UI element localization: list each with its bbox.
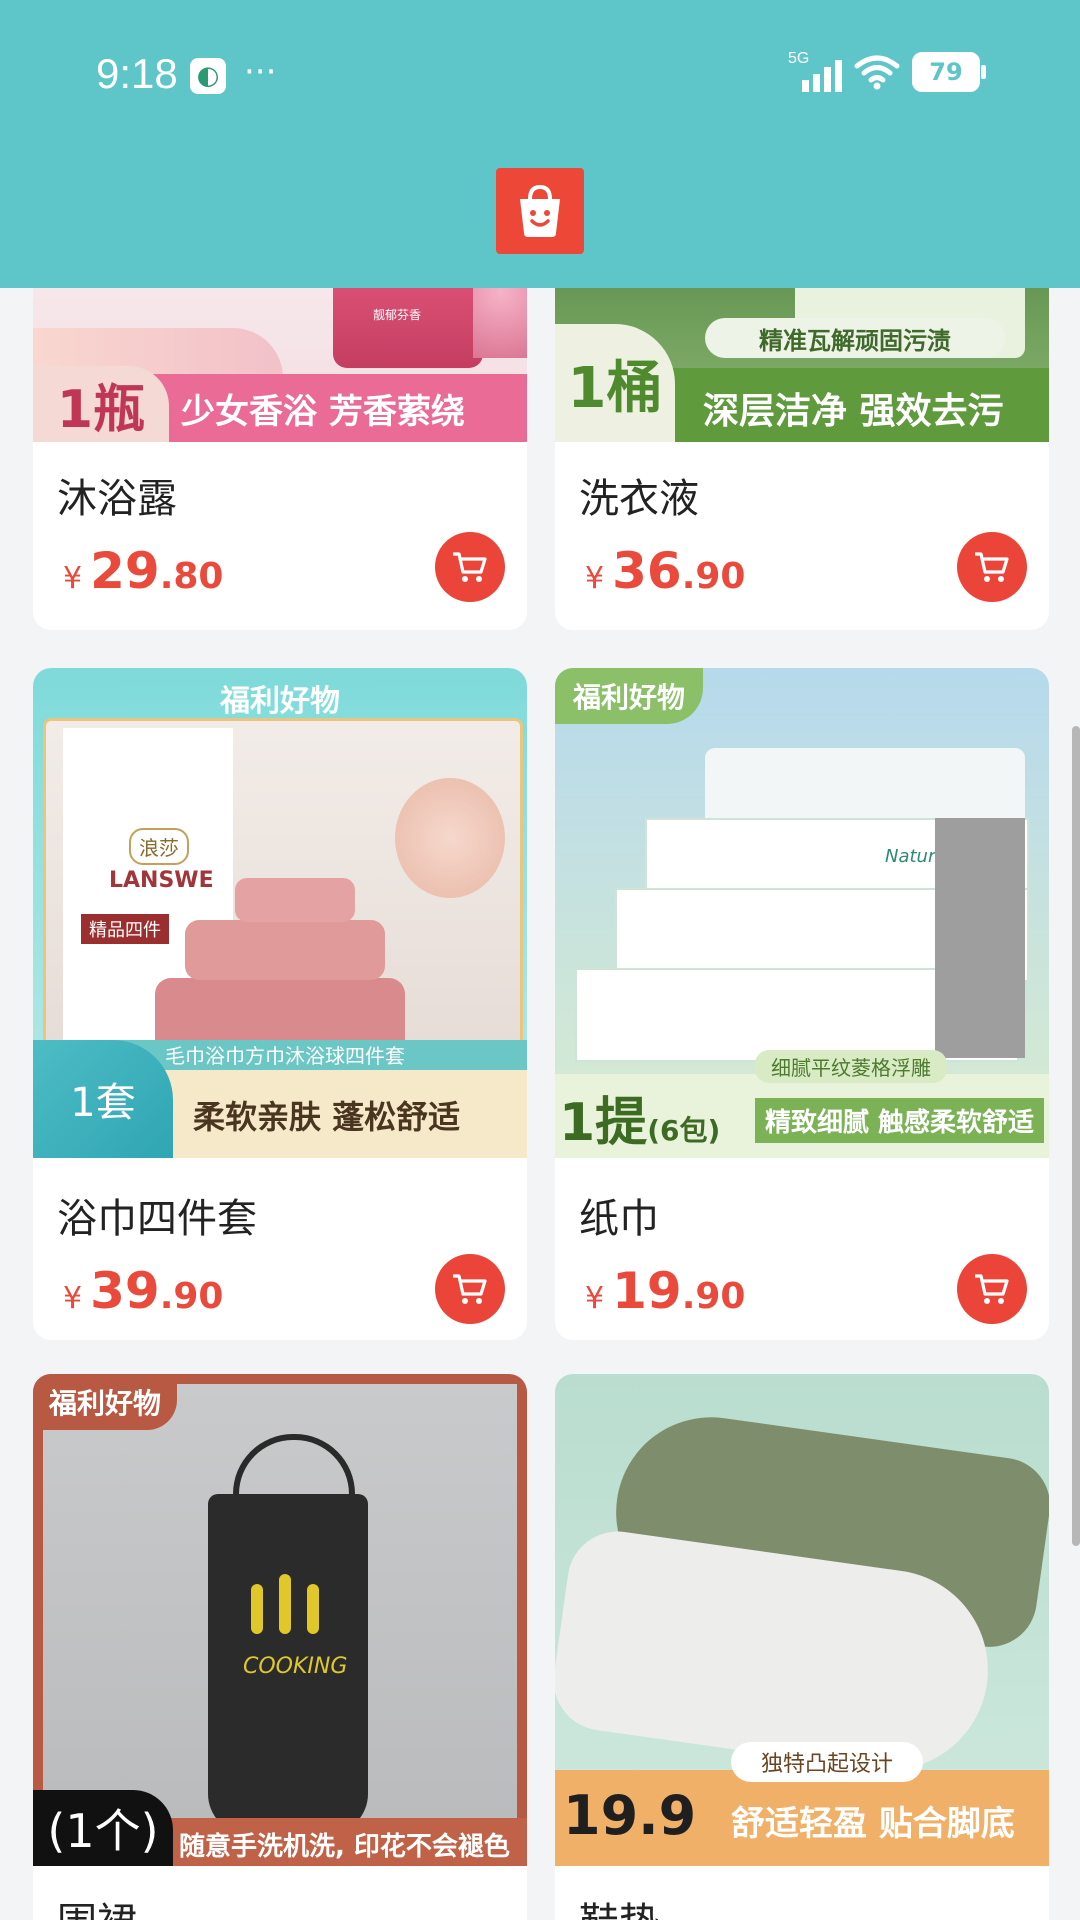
product-image: 福利好物 Natural 细腻平纹菱格浮雕 1提 (6包) 精致细腻 触感柔软舒适	[555, 668, 1049, 1158]
add-to-cart-button[interactable]	[435, 1254, 505, 1324]
add-to-cart-button[interactable]	[957, 1254, 1027, 1324]
status-time: 9:18	[96, 50, 178, 97]
product-price: ¥39.90	[63, 1262, 224, 1320]
product-image: 精准瓦解顽固污渍 1桶 深层洁净 强效去污	[555, 288, 1049, 442]
product-card[interactable]: 福利好物 COOKING (1个) 随意手洗机洗, 印花不会褪色 围裙	[33, 1374, 527, 1920]
shop-logo-icon[interactable]	[496, 168, 584, 254]
wifi-icon	[854, 54, 900, 90]
status-more-icon: ···	[244, 52, 277, 92]
cellular-signal-icon: 5G	[788, 50, 842, 92]
cart-icon	[975, 1274, 1009, 1304]
product-name: 洗衣液	[579, 476, 699, 522]
app-header: 9:18 ◐ ··· 5G 79	[0, 0, 1080, 288]
cart-icon	[975, 552, 1009, 582]
scrollbar[interactable]	[1072, 726, 1080, 1546]
product-price: ¥29.80	[63, 542, 224, 600]
product-image: 福利好物 浪莎 LANSWE 精品四件 毛巾浴巾方巾沐浴球四件套 1套 柔软亲肤…	[33, 668, 527, 1158]
product-image: 独特凸起设计 19.9 舒适轻盈 贴合脚底	[555, 1374, 1049, 1866]
product-image: 靓郁芬香 1瓶 少女香浴 芳香萦绕	[33, 288, 527, 442]
battery-icon: 79	[912, 52, 986, 92]
product-card[interactable]: 精准瓦解顽固污渍 1桶 深层洁净 强效去污 洗衣液 ¥36.90	[555, 288, 1049, 630]
product-grid[interactable]: 靓郁芬香 1瓶 少女香浴 芳香萦绕 沐浴露 ¥29.80 精准瓦解顽固污渍 1桶…	[0, 288, 1080, 1920]
product-card[interactable]: 靓郁芬香 1瓶 少女香浴 芳香萦绕 沐浴露 ¥29.80	[33, 288, 527, 630]
product-name: 纸巾	[579, 1196, 659, 1242]
add-to-cart-button[interactable]	[435, 532, 505, 602]
add-to-cart-button[interactable]	[957, 532, 1027, 602]
product-card[interactable]: 独特凸起设计 19.9 舒适轻盈 贴合脚底 鞋垫	[555, 1374, 1049, 1920]
product-card[interactable]: 福利好物 Natural 细腻平纹菱格浮雕 1提 (6包) 精致细腻 触感柔软舒适…	[555, 668, 1049, 1340]
notification-app-icon: ◐	[190, 58, 226, 94]
product-card[interactable]: 福利好物 浪莎 LANSWE 精品四件 毛巾浴巾方巾沐浴球四件套 1套 柔软亲肤…	[33, 668, 527, 1340]
product-name: 围裙	[57, 1890, 137, 1920]
product-name: 鞋垫	[579, 1890, 659, 1920]
product-price: ¥36.90	[585, 542, 746, 600]
product-price: ¥19.90	[585, 1262, 746, 1320]
cart-icon	[453, 552, 487, 582]
product-image: 福利好物 COOKING (1个) 随意手洗机洗, 印花不会褪色	[33, 1374, 527, 1866]
status-indicators: 5G 79	[788, 50, 986, 92]
product-name: 浴巾四件套	[57, 1196, 257, 1242]
product-name: 沐浴露	[57, 476, 177, 522]
cart-icon	[453, 1274, 487, 1304]
